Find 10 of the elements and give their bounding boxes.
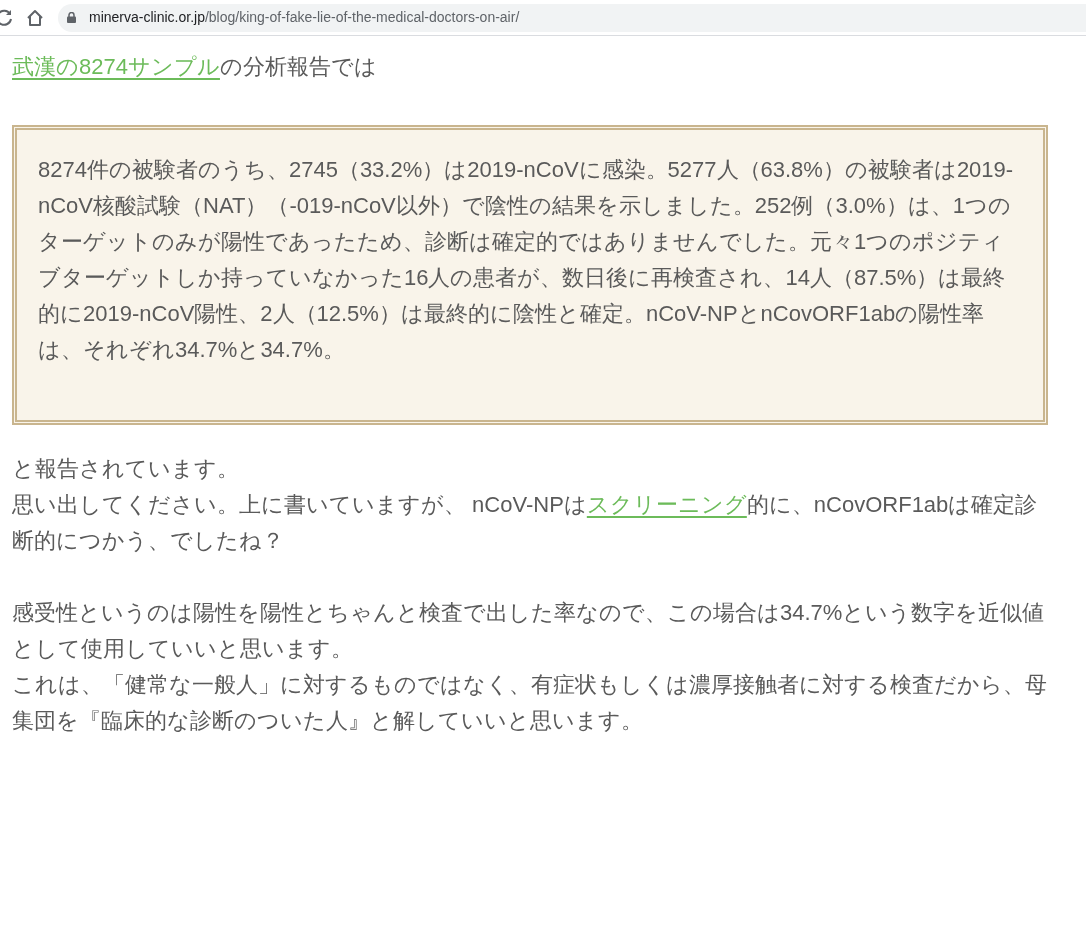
reload-icon[interactable] [0,7,14,28]
paragraph-text: 思い出してください。上に書いていますが、 nCoV-NPは スクリーニング的に、nCovORF1abは確定診断的につかう、でしたね？ [12,491,1039,555]
paragraph-text: と報告されています。 [12,455,240,483]
quote-text: 8274件の被験者のうち、2745（33.2%）は2019-nCoVに感染。5277人（63.8%）の被験者は2019-nCoV核酸試験（NAT）（-019-nCoV以外）で陰性の結果を示しました。252例（3.0%）は、1つのターゲットのみが陽性であったため、診断は確定的ではありませんでした。元々1つのポジティブターゲットしか持っていなかった16人の患者が、数日後に再検査され、14人（87.5%）は最終的に2019-nCoV陽性、2人（12.5%）は最終的に陰性と確定。nCoV-NPとnCovORF1abの陽性率は、それぞれ34.7%と34.7%。 [38,156,1015,364]
paragraph-text: これは、「健常な一般人」に対するものではなく、有症状もしくは濃厚接触者に対する検査だから、母集団を『臨床的な診断のついた人』と解していいと思います。 [12,671,1048,735]
address-bar[interactable]: minerva-clinic.or.jp/blog/king-of-fake-lie-of-the-medical-doctors-on-air/ [58,3,1086,32]
paragraph-text: 感受性というのは陽性を陽性とちゃんと検査で出した率なので、この場合は34.7%という数字を近似値として使用していいと思います。 [12,599,1046,663]
home-icon[interactable] [25,7,45,28]
lock-icon [67,12,76,23]
intro-text: 武漢の8274サンプルの分析報告では [12,53,378,81]
